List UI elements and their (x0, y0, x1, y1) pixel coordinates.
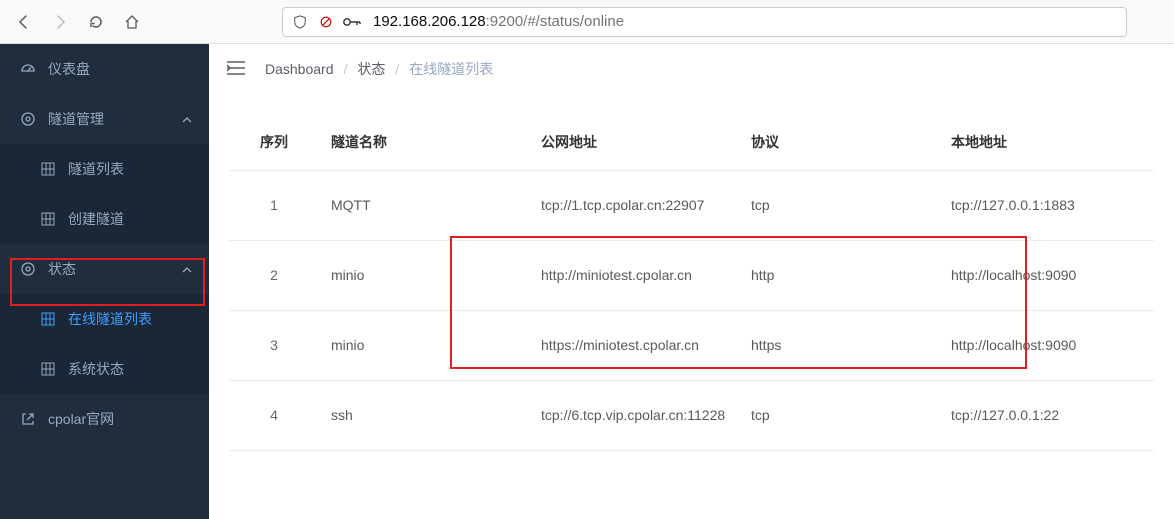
table-row[interactable]: 3 minio https://miniotest.cpolar.cn http… (229, 310, 1154, 380)
content: 序列 隧道名称 公网地址 协议 本地地址 1 MQTT tcp://1.tcp.… (209, 94, 1174, 451)
arrow-right-icon (52, 14, 68, 30)
table-header-row: 序列 隧道名称 公网地址 协议 本地地址 (229, 114, 1154, 170)
app: 仪表盘 隧道管理 隧道列表 创建隧道 (0, 44, 1174, 519)
sidebar-item-label: cpolar官网 (48, 409, 114, 429)
collapse-menu-icon[interactable] (227, 60, 245, 78)
chevron-up-icon (181, 263, 193, 275)
cell-name: ssh (319, 380, 529, 450)
sidebar-item-dashboard[interactable]: 仪表盘 (0, 44, 209, 94)
cell-proto: tcp (739, 170, 939, 240)
sidebar-item-status[interactable]: 状态 (0, 244, 209, 294)
reload-button[interactable] (80, 6, 112, 38)
arrow-left-icon (16, 14, 32, 30)
sidebar-item-label: 隧道管理 (48, 109, 104, 129)
col-public: 公网地址 (529, 114, 739, 170)
cell-proto: https (739, 310, 939, 380)
sidebar-item-label: 仪表盘 (48, 59, 90, 79)
tunnel-icon (20, 111, 36, 127)
sidebar-sub-system-status[interactable]: 系统状态 (0, 344, 209, 394)
url-rest: :9200/#/status/online (486, 13, 624, 30)
breadcrumb: Dashboard / 状态 / 在线隧道列表 (209, 44, 1174, 94)
url-bar[interactable]: 192.168.206.128:9200/#/status/online (282, 7, 1127, 37)
url-host: 192.168.206.128 (373, 13, 486, 30)
cell-seq: 2 (229, 240, 319, 310)
breadcrumb-sep: / (344, 61, 348, 77)
sidebar-sub-tunnel-create[interactable]: 创建隧道 (0, 194, 209, 244)
cell-seq: 1 (229, 170, 319, 240)
cell-public: tcp://6.tcp.vip.cpolar.cn:11228 (529, 380, 739, 450)
home-icon (124, 14, 140, 30)
gauge-icon (20, 61, 36, 77)
cell-local: tcp://127.0.0.1:22 (939, 380, 1154, 450)
tunnel-table-card: 序列 隧道名称 公网地址 协议 本地地址 1 MQTT tcp://1.tcp.… (229, 114, 1154, 451)
permission-icon (317, 15, 335, 29)
cell-local: tcp://127.0.0.1:1883 (939, 170, 1154, 240)
cell-seq: 3 (229, 310, 319, 380)
sidebar-item-label: 状态 (48, 259, 76, 279)
cell-seq: 4 (229, 380, 319, 450)
table-row[interactable]: 2 minio http://miniotest.cpolar.cn http … (229, 240, 1154, 310)
grid-icon (40, 361, 56, 377)
sidebar-item-official[interactable]: cpolar官网 (0, 394, 209, 444)
breadcrumb-sep: / (395, 61, 399, 77)
chevron-up-icon (181, 113, 193, 125)
col-seq: 序列 (229, 114, 319, 170)
grid-icon (40, 161, 56, 177)
url-text: 192.168.206.128:9200/#/status/online (373, 13, 624, 30)
reload-icon (88, 14, 104, 30)
sidebar-item-tunnel[interactable]: 隧道管理 (0, 94, 209, 144)
cell-public: http://miniotest.cpolar.cn (529, 240, 739, 310)
cell-proto: tcp (739, 380, 939, 450)
cell-public: https://miniotest.cpolar.cn (529, 310, 739, 380)
cell-name: minio (319, 310, 529, 380)
sidebar-item-label: 创建隧道 (68, 209, 124, 229)
forward-button (44, 6, 76, 38)
sidebar: 仪表盘 隧道管理 隧道列表 创建隧道 (0, 44, 209, 519)
grid-icon (40, 311, 56, 327)
sidebar-item-label: 系统状态 (68, 359, 124, 379)
sidebar-item-label: 隧道列表 (68, 159, 124, 179)
status-icon (20, 261, 36, 277)
col-proto: 协议 (739, 114, 939, 170)
shield-icon (291, 15, 309, 29)
table-row[interactable]: 1 MQTT tcp://1.tcp.cpolar.cn:22907 tcp t… (229, 170, 1154, 240)
table-row[interactable]: 4 ssh tcp://6.tcp.vip.cpolar.cn:11228 tc… (229, 380, 1154, 450)
sidebar-item-label: 在线隧道列表 (68, 309, 152, 329)
col-local: 本地地址 (939, 114, 1154, 170)
grid-icon (40, 211, 56, 227)
cell-local: http://localhost:9090 (939, 240, 1154, 310)
sidebar-sub-online-list[interactable]: 在线隧道列表 (0, 294, 209, 344)
cell-local: http://localhost:9090 (939, 310, 1154, 380)
col-name: 隧道名称 (319, 114, 529, 170)
sidebar-sub-tunnel-list[interactable]: 隧道列表 (0, 144, 209, 194)
breadcrumb-mid[interactable]: 状态 (357, 59, 385, 79)
breadcrumb-root[interactable]: Dashboard (265, 61, 334, 77)
cell-proto: http (739, 240, 939, 310)
home-button[interactable] (116, 6, 148, 38)
key-icon (343, 16, 361, 28)
cell-public: tcp://1.tcp.cpolar.cn:22907 (529, 170, 739, 240)
main-content: Dashboard / 状态 / 在线隧道列表 序列 隧道名称 公网地址 协议 … (209, 44, 1174, 519)
cell-name: minio (319, 240, 529, 310)
browser-toolbar: 192.168.206.128:9200/#/status/online (0, 0, 1174, 44)
external-link-icon (20, 411, 36, 427)
cell-name: MQTT (319, 170, 529, 240)
breadcrumb-current: 在线隧道列表 (409, 59, 493, 79)
tunnel-table: 序列 隧道名称 公网地址 协议 本地地址 1 MQTT tcp://1.tcp.… (229, 114, 1154, 451)
back-button[interactable] (8, 6, 40, 38)
